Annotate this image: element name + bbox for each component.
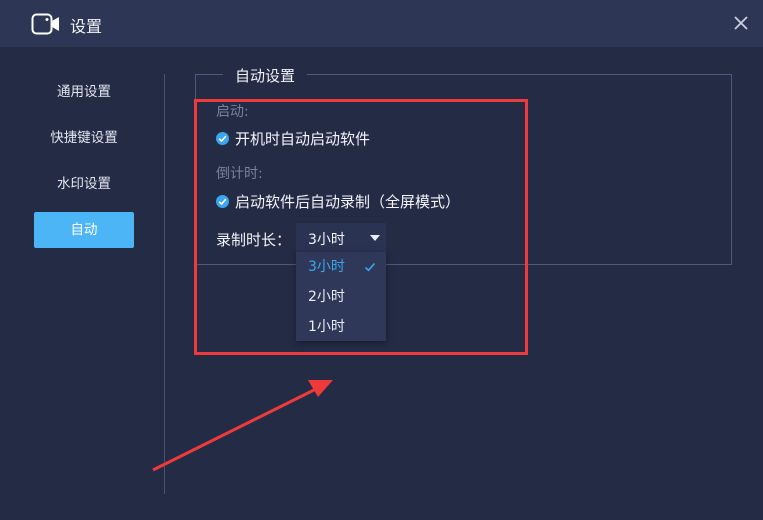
annotation-arrow-icon	[152, 380, 333, 472]
